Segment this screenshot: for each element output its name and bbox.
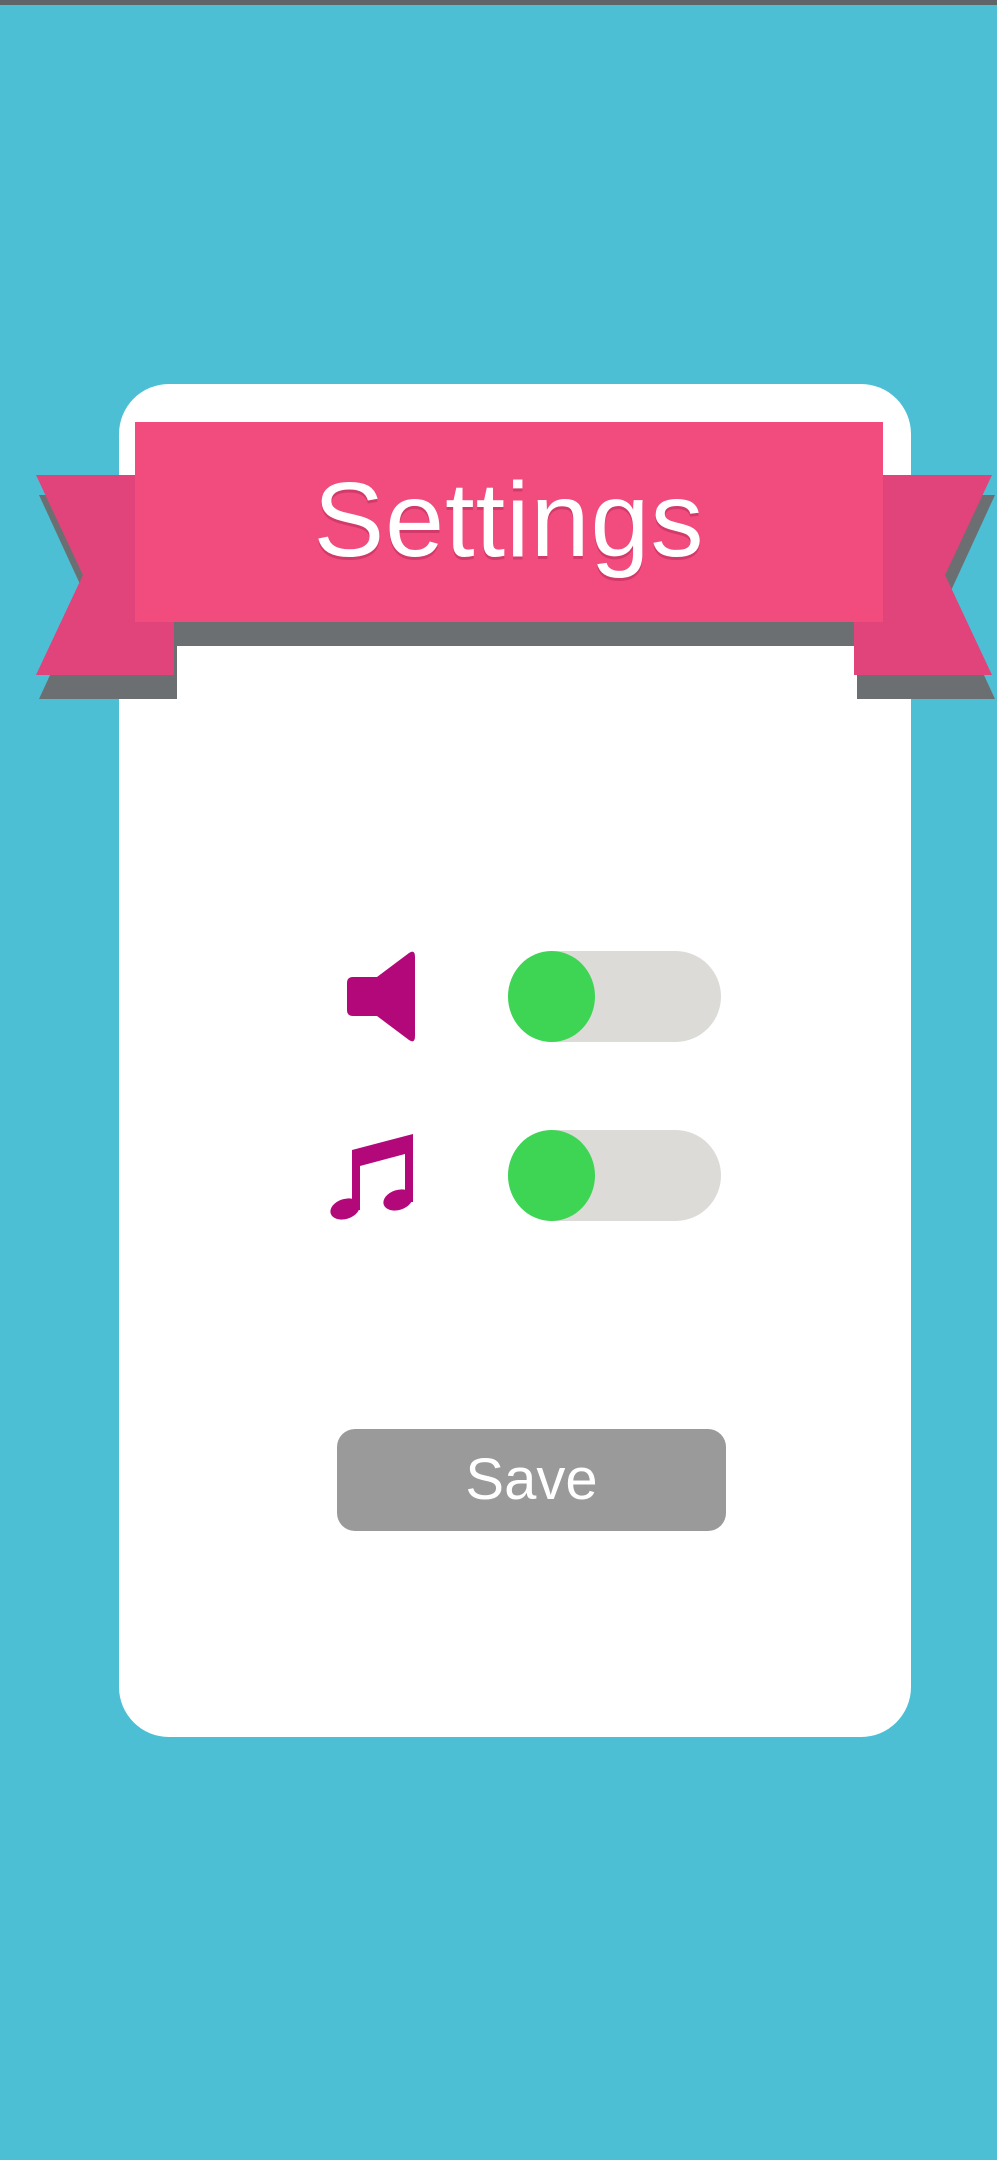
sound-toggle-knob xyxy=(508,951,595,1042)
save-button[interactable]: Save xyxy=(337,1429,726,1531)
settings-screen: Settings Save xyxy=(0,0,997,2160)
setting-row-sound xyxy=(300,949,730,1044)
save-button-label: Save xyxy=(465,1447,598,1512)
music-note-icon xyxy=(320,1128,420,1223)
music-toggle[interactable] xyxy=(508,1130,721,1221)
sound-toggle[interactable] xyxy=(508,951,721,1042)
page-title: Settings xyxy=(313,461,705,579)
music-toggle-knob xyxy=(508,1130,595,1221)
title-ribbon: Settings xyxy=(135,422,883,622)
ribbon-shadow xyxy=(174,622,854,646)
speaker-icon xyxy=(320,949,420,1044)
setting-row-music xyxy=(300,1128,730,1223)
